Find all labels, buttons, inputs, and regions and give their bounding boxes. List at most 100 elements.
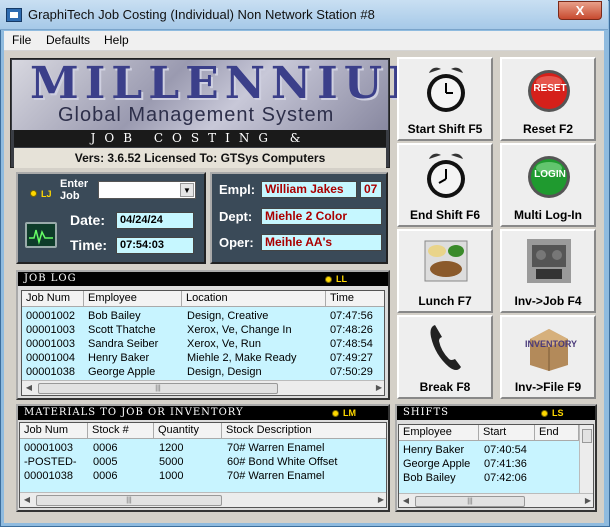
scroll-left-icon[interactable]: ◀ <box>401 496 411 505</box>
table-cell[interactable]: 07:42:06 <box>484 471 527 485</box>
materials-grid[interactable]: Job Num Stock # Quantity Stock Descripti… <box>19 422 387 508</box>
title-bar[interactable]: GraphiTech Job Costing (Individual) Non … <box>0 0 608 30</box>
table-cell[interactable]: 0006 <box>93 441 117 455</box>
inv-job-button[interactable]: Inv->Job F4 <box>500 229 596 313</box>
operation-field[interactable]: Meihle AA's <box>261 234 382 251</box>
table-cell[interactable]: 07:48:26 <box>330 323 373 337</box>
table-cell[interactable]: 07:47:56 <box>330 309 373 323</box>
table-cell[interactable]: 00001004 <box>26 351 75 365</box>
col-header[interactable]: Location <box>182 291 326 307</box>
inv-file-label: Inv->File F9 <box>514 380 582 394</box>
table-cell[interactable]: Design, Creative <box>187 309 268 323</box>
oscilloscope-icon <box>25 222 57 248</box>
table-cell[interactable]: Henry Baker <box>88 351 149 365</box>
col-header[interactable]: Job Num <box>22 291 84 307</box>
scroll-thumb[interactable]: ||| <box>36 495 222 506</box>
reset-button[interactable]: RESET Reset F2 <box>500 57 596 141</box>
table-cell[interactable]: George Apple <box>88 365 155 379</box>
table-cell[interactable]: 0006 <box>93 469 117 483</box>
table-cell[interactable]: 00001038 <box>26 365 75 379</box>
scroll-left-icon[interactable]: ◀ <box>22 495 32 504</box>
job-log-section: JOB LOG LL Job Num Employee Location Tim… <box>16 270 390 400</box>
job-select[interactable]: ▼ <box>98 181 196 199</box>
employee-id-field[interactable]: 07 <box>360 181 382 198</box>
col-header[interactable]: Job Num <box>20 423 88 439</box>
time-field[interactable]: 07:54:03 <box>116 237 194 254</box>
scroll-thumb[interactable]: ||| <box>38 383 278 394</box>
lunch-button[interactable]: Lunch F7 <box>397 229 493 313</box>
scroll-left-icon[interactable]: ◀ <box>24 383 34 392</box>
col-header[interactable]: Start <box>479 425 535 441</box>
table-cell[interactable]: 00001003 <box>24 441 73 455</box>
table-cell[interactable]: 00001003 <box>26 323 75 337</box>
end-shift-button[interactable]: End Shift F6 <box>397 143 493 227</box>
col-header[interactable]: End <box>535 425 579 441</box>
job-log-title: JOB LOG <box>18 272 388 286</box>
table-cell[interactable]: Scott Thatche <box>88 323 156 337</box>
table-cell[interactable]: Design, Design <box>187 365 262 379</box>
scroll-thumb[interactable] <box>582 429 592 443</box>
vertical-scrollbar[interactable] <box>579 425 593 493</box>
menu-file[interactable]: File <box>12 33 31 47</box>
table-cell[interactable]: Bob Bailey <box>403 471 456 485</box>
scroll-right-icon[interactable]: ▶ <box>374 383 384 392</box>
scroll-right-icon[interactable]: ▶ <box>376 495 386 504</box>
table-cell[interactable]: Miehle 2, Make Ready <box>187 351 296 365</box>
table-cell[interactable]: George Apple <box>403 457 470 471</box>
job-log-grid[interactable]: Job Num Employee Location Time 00001002 … <box>21 290 385 396</box>
lunch-label: Lunch F7 <box>418 294 472 308</box>
table-cell[interactable]: 0005 <box>93 455 117 469</box>
table-cell[interactable]: Xerox, Ve, Run <box>187 337 261 351</box>
chevron-down-icon[interactable]: ▼ <box>180 183 194 197</box>
menu-help[interactable]: Help <box>104 33 129 47</box>
col-header[interactable]: Quantity <box>154 423 222 439</box>
table-cell[interactable]: 00001002 <box>26 309 75 323</box>
table-cell[interactable]: 00001003 <box>26 337 75 351</box>
logo-subtitle: Global Management System <box>58 104 335 126</box>
table-cell[interactable]: 07:50:29 <box>330 365 373 379</box>
department-field[interactable]: Miehle 2 Color <box>261 208 382 225</box>
start-shift-button[interactable]: Start Shift F5 <box>397 57 493 141</box>
horizontal-scrollbar[interactable]: ◀ ||| ▶ <box>399 493 593 507</box>
scroll-right-icon[interactable]: ▶ <box>583 496 593 505</box>
employee-field[interactable]: William Jakes <box>261 181 357 198</box>
table-cell[interactable]: Sandra Seiber <box>88 337 158 351</box>
menu-defaults[interactable]: Defaults <box>46 33 90 47</box>
table-cell[interactable]: 07:49:27 <box>330 351 373 365</box>
col-header[interactable]: Employee <box>84 291 182 307</box>
table-cell[interactable]: Henry Baker <box>403 443 464 457</box>
shifts-grid[interactable]: Employee Start End Henry Baker 07:40:54 … <box>398 424 594 508</box>
table-cell[interactable]: Xerox, Ve, Change In <box>187 323 292 337</box>
phone-handset-icon <box>430 325 461 370</box>
lm-led-label: LM <box>343 408 356 418</box>
table-cell[interactable]: 07:48:54 <box>330 337 373 351</box>
reset-icon-text: RESET <box>533 83 567 94</box>
table-cell[interactable]: Bob Bailey <box>88 309 141 323</box>
table-cell[interactable]: 00001038 <box>24 469 73 483</box>
col-header[interactable]: Time <box>326 291 384 307</box>
col-header[interactable]: Stock # <box>88 423 154 439</box>
scroll-thumb[interactable]: ||| <box>415 496 525 507</box>
table-cell[interactable]: 70# Warren Enamel <box>227 469 324 483</box>
table-cell[interactable]: 60# Bond White Offset <box>227 455 337 469</box>
close-button[interactable]: X <box>558 1 602 20</box>
table-cell[interactable]: 07:40:54 <box>484 443 527 457</box>
col-header[interactable]: Employee <box>399 425 479 441</box>
break-button[interactable]: Break F8 <box>397 315 493 399</box>
table-cell[interactable]: 1200 <box>159 441 183 455</box>
col-header[interactable]: Stock Description <box>222 423 386 439</box>
login-icon-text: LOGIN <box>534 169 566 180</box>
multi-login-button[interactable]: LOGIN Multi Log-In <box>500 143 596 227</box>
horizontal-scrollbar[interactable]: ◀ ||| ▶ <box>20 492 386 507</box>
menu-bar: File Defaults Help <box>4 31 604 51</box>
table-cell[interactable]: -POSTED- <box>24 455 77 469</box>
table-cell[interactable]: 07:41:36 <box>484 457 527 471</box>
date-field[interactable]: 04/24/24 <box>116 212 194 229</box>
inv-file-button[interactable]: INVENTORY Inv->File F9 <box>500 315 596 399</box>
date-label: Date: <box>70 212 106 228</box>
horizontal-scrollbar[interactable]: ◀ ||| ▶ <box>22 380 384 395</box>
inv-job-label: Inv->Job F4 <box>514 294 582 308</box>
table-cell[interactable]: 1000 <box>159 469 183 483</box>
table-cell[interactable]: 5000 <box>159 455 183 469</box>
table-cell[interactable]: 70# Warren Enamel <box>227 441 324 455</box>
